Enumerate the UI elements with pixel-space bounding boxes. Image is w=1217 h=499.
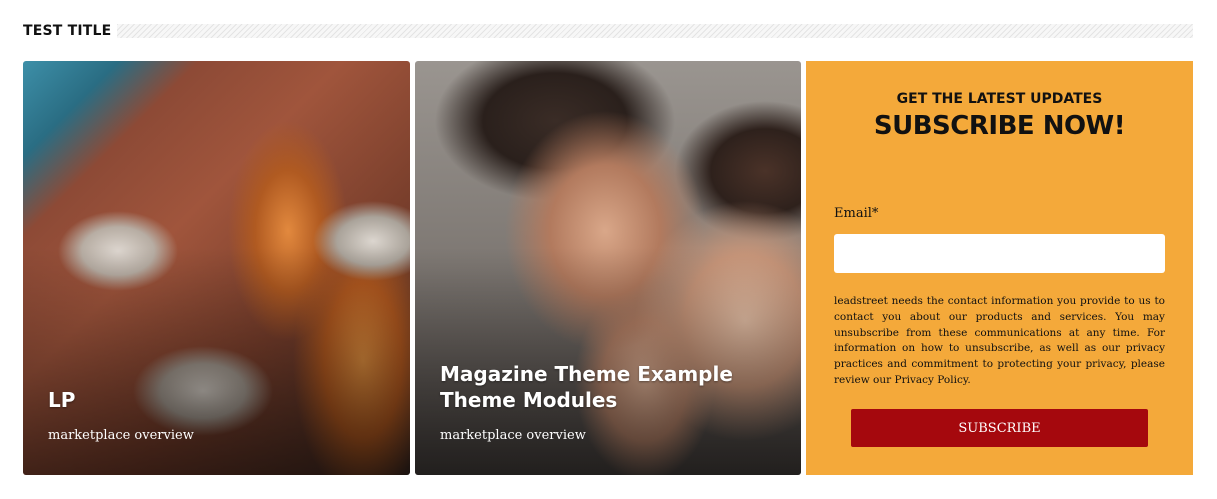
subscribe-kicker: GET THE LATEST UPDATES [896,91,1103,107]
card-text: LP marketplace overview [48,387,390,445]
article-card-lp[interactable]: LP marketplace overview [23,61,410,475]
email-label: Email* [834,206,879,221]
card-text: Magazine Theme Example Theme Modules mar… [440,361,781,445]
card-subtitle: marketplace overview [48,428,194,443]
subscribe-form-box: GET THE LATEST UPDATES SUBSCRIBE NOW! Em… [806,61,1193,475]
subscribe-headline: SUBSCRIBE NOW! [873,111,1126,141]
privacy-disclaimer: leadstreet needs the contact information… [834,295,1165,386]
email-field[interactable] [834,234,1165,273]
article-card-magazine-theme[interactable]: Magazine Theme Example Theme Modules mar… [415,61,801,475]
card-title[interactable]: LP [48,387,390,413]
subscribe-button[interactable]: SUBSCRIBE [851,409,1148,447]
card-subtitle: marketplace overview [440,428,586,443]
section-header: TEST TITLE [23,21,1193,41]
title-divider-stripe [117,24,1193,38]
card-title[interactable]: Magazine Theme Example Theme Modules [440,361,781,413]
section-title: TEST TITLE [23,23,112,39]
